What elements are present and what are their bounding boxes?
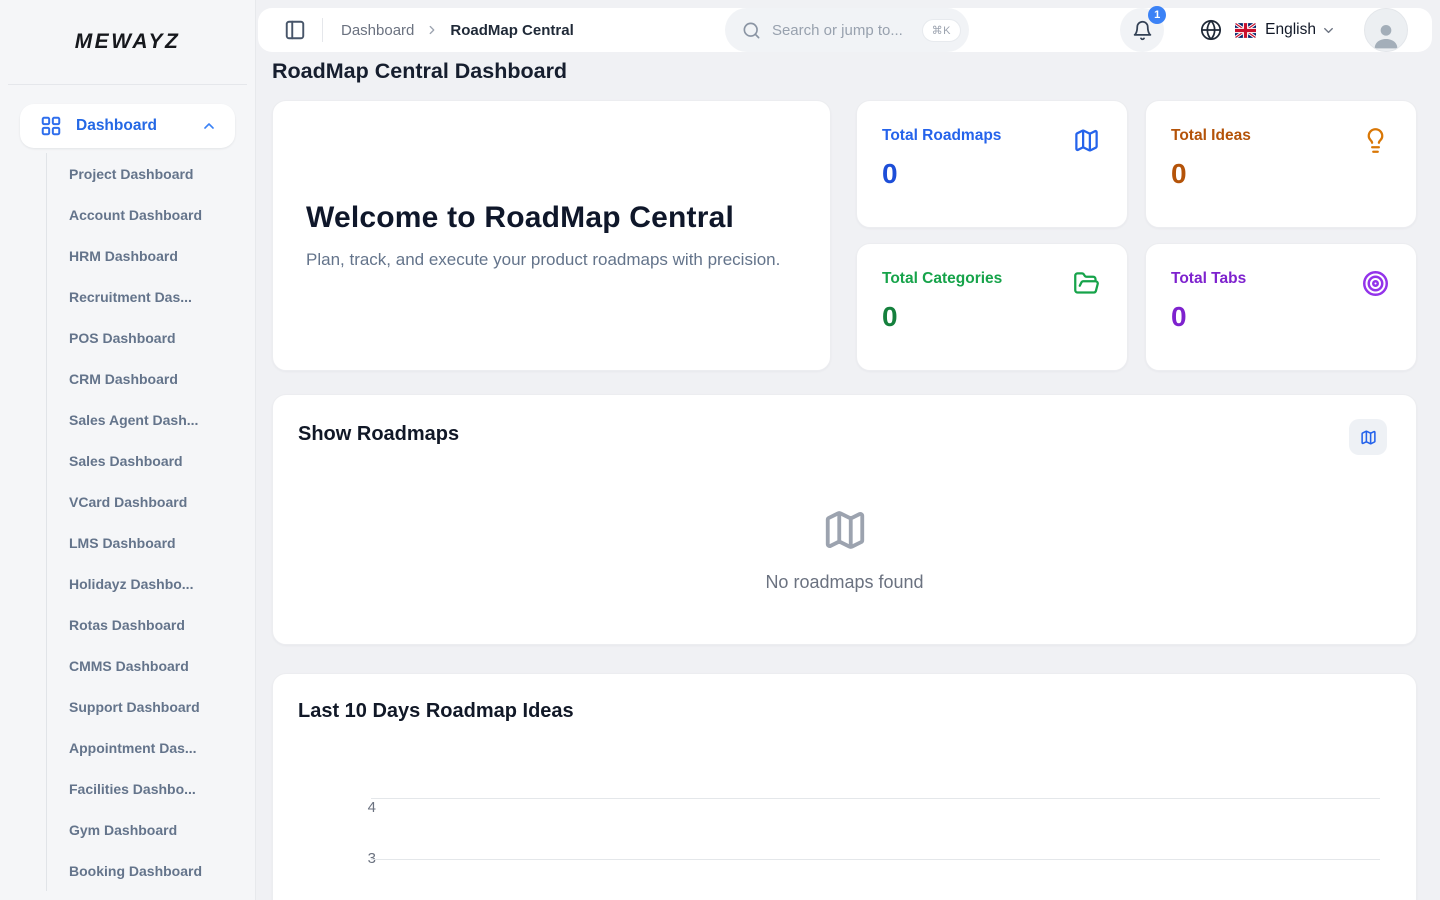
chevron-down-icon <box>1321 23 1336 38</box>
layout-grid-icon <box>40 115 62 137</box>
brand-logo-wrap: MEWAYZ <box>0 0 255 84</box>
top-header: Dashboard RoadMap Central Search or jump… <box>258 8 1432 52</box>
sidebar-subitem[interactable]: Booking Dashboard <box>47 850 255 891</box>
bell-icon <box>1132 20 1153 41</box>
welcome-title: Welcome to RoadMap Central <box>306 201 797 235</box>
stat-value: 0 <box>882 158 1100 190</box>
map-icon <box>822 507 868 553</box>
roadmaps-view-button[interactable] <box>1349 419 1387 455</box>
sidebar-toggle-button[interactable] <box>284 19 306 41</box>
chevron-right-icon <box>425 23 439 37</box>
language-selector[interactable]: English <box>1265 21 1316 39</box>
sidebar-subitem[interactable]: CRM Dashboard <box>47 358 255 399</box>
stats-grid: Total Roadmaps 0 Total Ideas 0 <box>856 100 1417 371</box>
sidebar-item-label: Dashboard <box>76 117 201 135</box>
sidebar-subitem[interactable]: HRM Dashboard <box>47 235 255 276</box>
sidebar-item-dashboard[interactable]: Dashboard <box>20 104 235 148</box>
stat-value: 0 <box>1171 301 1389 333</box>
sidebar-subitem[interactable]: Gym Dashboard <box>47 809 255 850</box>
stat-card-total-categories: Total Categories 0 <box>856 243 1128 371</box>
roadmaps-empty-message: No roadmaps found <box>273 572 1416 593</box>
chart-plot-area: 432 <box>298 735 1416 900</box>
sidebar-subitem[interactable]: Appointment Das... <box>47 727 255 768</box>
sidebar-subitem[interactable]: Rotas Dashboard <box>47 604 255 645</box>
header-right: 1 English <box>1120 8 1408 52</box>
sidebar: MEWAYZ Dashboard Project DashboardAccoun… <box>0 0 256 900</box>
sidebar-subitem[interactable]: VCard Dashboard <box>47 481 255 522</box>
sidebar-subitem[interactable]: Support Dashboard <box>47 686 255 727</box>
brand-logo: MEWAYZ <box>75 30 181 54</box>
page-content: RoadMap Central Dashboard Welcome to Roa… <box>256 52 1440 900</box>
stat-card-total-ideas: Total Ideas 0 <box>1145 100 1417 228</box>
stat-label: Total Tabs <box>1171 270 1389 288</box>
chevron-up-icon <box>201 118 217 134</box>
map-icon <box>1360 429 1377 446</box>
sidebar-subitem[interactable]: Account Dashboard <box>47 194 255 235</box>
search-shortcut-badge: ⌘K <box>922 19 961 42</box>
stat-card-total-tabs: Total Tabs 0 <box>1145 243 1417 371</box>
notifications-button[interactable]: 1 <box>1120 8 1164 52</box>
show-roadmaps-card: Show Roadmaps No roadmaps found <box>272 394 1417 645</box>
search-placeholder: Search or jump to... <box>772 22 922 39</box>
header-center: Search or jump to... ⌘K <box>574 8 1120 52</box>
y-axis-tick-label: 4 <box>346 799 376 816</box>
header-left: Dashboard RoadMap Central <box>284 18 574 42</box>
chart-title: Last 10 Days Roadmap Ideas <box>298 700 1416 723</box>
lightbulb-icon <box>1362 127 1389 154</box>
sidebar-subitem[interactable]: Sales Agent Dash... <box>47 399 255 440</box>
stat-card-total-roadmaps: Total Roadmaps 0 <box>856 100 1128 228</box>
sidebar-subitem[interactable]: Facilities Dashbo... <box>47 768 255 809</box>
main-area: Dashboard RoadMap Central Search or jump… <box>256 0 1440 900</box>
sidebar-subitem[interactable]: POS Dashboard <box>47 317 255 358</box>
globe-icon[interactable] <box>1200 19 1222 41</box>
stat-value: 0 <box>1171 158 1389 190</box>
sidebar-divider <box>8 84 247 85</box>
search-icon <box>742 21 761 40</box>
ideas-chart-card: Last 10 Days Roadmap Ideas 432 <box>272 673 1417 900</box>
header-divider <box>322 18 323 42</box>
welcome-card: Welcome to RoadMap Central Plan, track, … <box>272 100 831 371</box>
breadcrumb-parent[interactable]: Dashboard <box>341 22 414 39</box>
sidebar-subitem[interactable]: Sales Dashboard <box>47 440 255 481</box>
sidebar-subitem[interactable]: CMMS Dashboard <box>47 645 255 686</box>
sidebar-subitem[interactable]: Recruitment Das... <box>47 276 255 317</box>
sidebar-submenu: Project DashboardAccount DashboardHRM Da… <box>46 153 255 891</box>
stat-label: Total Categories <box>882 270 1100 288</box>
stat-label: Total Roadmaps <box>882 127 1100 145</box>
page-title: RoadMap Central Dashboard <box>272 59 1417 84</box>
target-icon <box>1362 270 1389 297</box>
stat-value: 0 <box>882 301 1100 333</box>
sidebar-subitem[interactable]: Project Dashboard <box>47 153 255 194</box>
folder-open-icon <box>1073 270 1100 297</box>
uk-flag-icon <box>1235 23 1256 38</box>
roadmaps-empty-state: No roadmaps found <box>273 507 1416 593</box>
search-input[interactable]: Search or jump to... ⌘K <box>725 8 969 52</box>
stat-label: Total Ideas <box>1171 127 1389 145</box>
notification-count-badge: 1 <box>1148 6 1166 24</box>
map-icon <box>1073 127 1100 154</box>
welcome-subtitle: Plan, track, and execute your product ro… <box>306 250 797 270</box>
sidebar-subitem[interactable]: Holidayz Dashbo... <box>47 563 255 604</box>
sidebar-subitem[interactable]: LMS Dashboard <box>47 522 255 563</box>
breadcrumb-current: RoadMap Central <box>450 22 573 39</box>
user-avatar[interactable] <box>1364 8 1408 52</box>
show-roadmaps-title: Show Roadmaps <box>298 423 1387 446</box>
top-grid: Welcome to RoadMap Central Plan, track, … <box>272 100 1417 371</box>
